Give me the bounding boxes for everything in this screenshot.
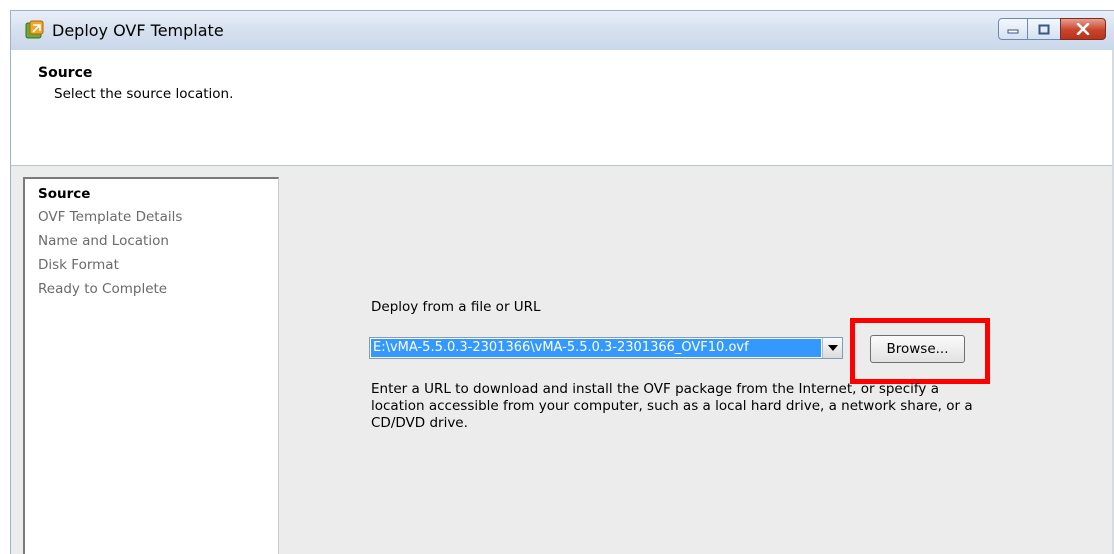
step-source[interactable]: Source [38, 185, 90, 203]
deploy-ovf-window: Deploy OVF Template Source Select the so… [0, 0, 1114, 554]
step-ready-to-complete[interactable]: Ready to Complete [38, 280, 167, 298]
deploy-app-icon [25, 20, 44, 39]
deploy-source-label: Deploy from a file or URL [371, 299, 541, 315]
source-path-value[interactable]: E:\vMA-5.5.0.3-2301366\vMA-5.5.0.3-23013… [371, 339, 821, 357]
wizard-body: Source OVF Template Details Name and Loc… [10, 166, 1114, 554]
window-title: Deploy OVF Template [52, 21, 224, 40]
window-controls [998, 18, 1106, 40]
minimize-icon [1007, 29, 1019, 34]
close-icon [1076, 23, 1090, 35]
page-title: Source [38, 65, 93, 81]
maximize-icon [1038, 24, 1050, 34]
maximize-button[interactable] [1027, 18, 1061, 40]
title-bar[interactable]: Deploy OVF Template [10, 10, 1114, 50]
source-content: Deploy from a file or URL E:\vMA-5.5.0.3… [279, 166, 1114, 554]
top-strip [0, 0, 1114, 10]
source-help-text: Enter a URL to download and install the … [371, 381, 973, 431]
wizard-header: Source Select the source location. [10, 50, 1114, 166]
step-name-and-location[interactable]: Name and Location [38, 232, 169, 250]
minimize-button[interactable] [998, 18, 1028, 40]
dropdown-arrow-button[interactable] [822, 338, 842, 358]
browse-button[interactable]: Browse... [870, 335, 965, 363]
page-subtitle: Select the source location. [54, 86, 234, 102]
source-path-combobox[interactable]: E:\vMA-5.5.0.3-2301366\vMA-5.5.0.3-23013… [369, 337, 843, 359]
wizard-steps-panel: Source OVF Template Details Name and Loc… [23, 177, 279, 554]
step-disk-format[interactable]: Disk Format [38, 256, 119, 274]
close-button[interactable] [1060, 18, 1106, 40]
step-ovf-template-details[interactable]: OVF Template Details [38, 208, 182, 226]
chevron-down-icon [827, 345, 838, 351]
left-strip [0, 0, 10, 554]
